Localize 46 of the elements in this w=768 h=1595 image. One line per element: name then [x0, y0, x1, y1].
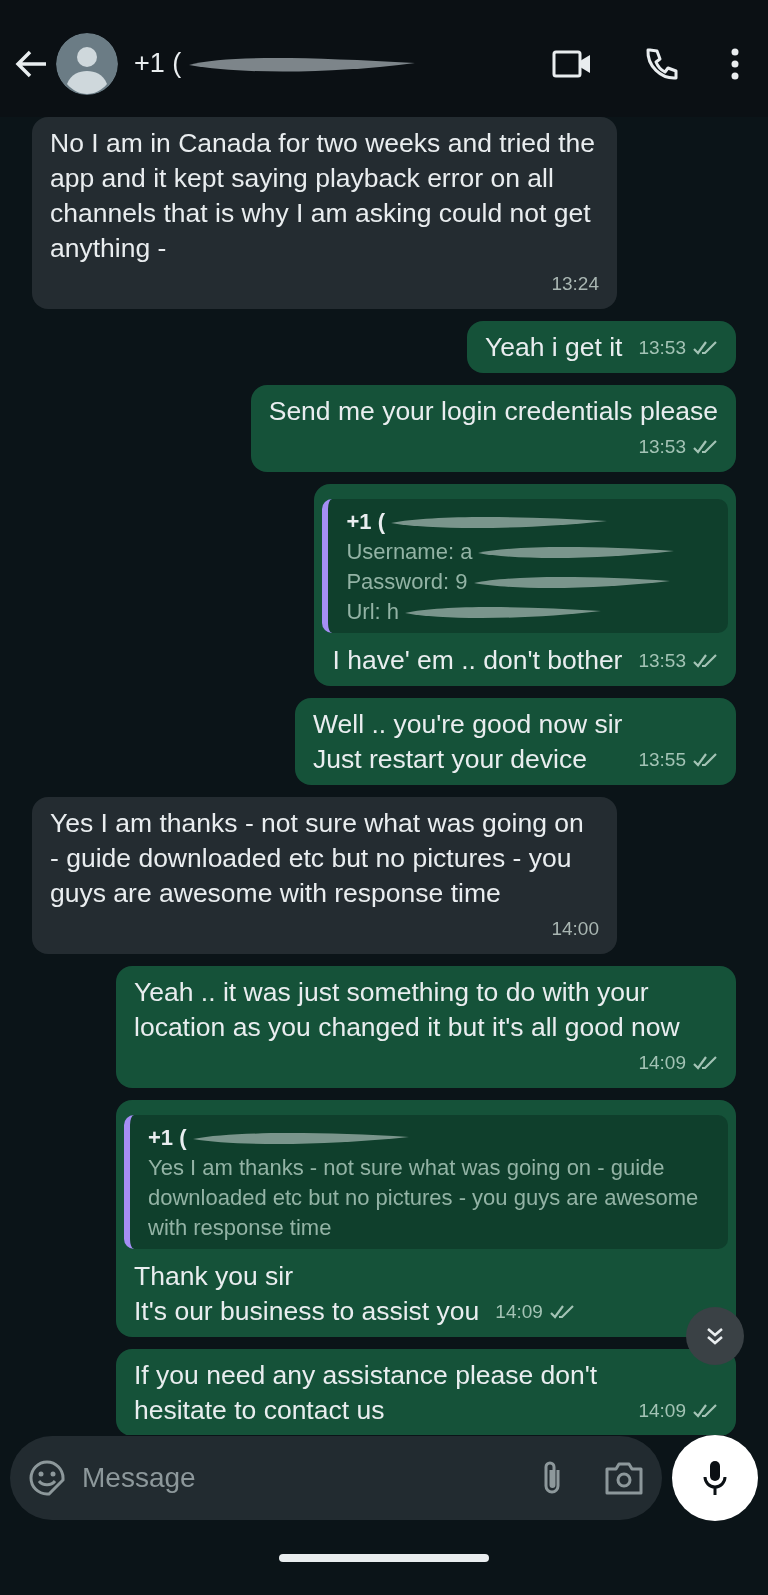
message-time: 14:00 [551, 917, 599, 941]
message-text: Well .. you're good now sir Just restart your device [313, 708, 623, 776]
quoted-text: Username: a [346, 538, 473, 566]
message-bubble[interactable]: Yeah .. it was just something to do with your location as you changed it but it's all good now 14:09 [116, 966, 736, 1088]
message-bubble[interactable]: +1 ( Username: a Password: 9 Url: h I have' em .. don't bother 13:53 [314, 484, 736, 686]
quoted-author: +1 ( [346, 508, 385, 536]
message-time: 13:53 [638, 435, 686, 459]
message-text: Yeah .. it was just something to do with your location as you changed it but it's all good now [134, 976, 681, 1044]
quoted-message[interactable]: +1 ( Username: a Password: 9 Url: h [322, 499, 728, 633]
message-text: I have' em .. don't bother [332, 644, 623, 677]
quoted-text: Url: h [346, 598, 399, 626]
message-time: 13:24 [551, 272, 599, 296]
message-text: Thank you sir It's our business to assist you [134, 1260, 480, 1328]
message-bubble[interactable]: +1 ( Yes I am thanks - not sure what was going on - guide downloaded etc but no pictures - you guys are awesome with response time Thank you sir It's our business to assist you 14:09 [116, 1100, 736, 1337]
message-time: 14:09 [638, 1399, 686, 1423]
video-call-icon[interactable] [552, 48, 592, 79]
message-bubble[interactable]: Send me your login credentials please 13:53 [250, 385, 736, 472]
back-icon[interactable] [14, 48, 48, 79]
avatar-icon[interactable] [56, 32, 118, 95]
sticker-icon[interactable] [28, 1459, 66, 1497]
message-text: If you need any assistance please don't hesitate to contact us [134, 1359, 599, 1427]
microphone-icon [702, 1458, 728, 1498]
message-bubble[interactable]: Yeah i get it 13:53 [466, 321, 736, 373]
message-text: Yes I am thanks - not sure what was going on - guide downloaded etc but no pictures - you guys are awesome with response time [50, 807, 585, 910]
camera-icon[interactable] [604, 1460, 644, 1496]
message-input[interactable]: Message [80, 1456, 524, 1500]
message-field[interactable]: Message [10, 1436, 662, 1520]
message-bubble[interactable]: No I am in Canada for two weeks and tried the app and it kept saying playback error on all channels that is why I am asking could not get anything - 13:24 [32, 117, 617, 309]
more-options-icon[interactable] [730, 47, 740, 80]
message-time: 13:53 [638, 649, 686, 673]
message-bubble[interactable]: If you need any assistance please don't hesitate to contact us 14:09 [116, 1349, 736, 1435]
message-time: 14:09 [638, 1051, 686, 1075]
contact-name[interactable]: +1 ( [134, 43, 182, 84]
quoted-message[interactable]: +1 ( Yes I am thanks - not sure what was going on - guide downloaded etc but no pictures - you guys are awesome with response time [124, 1115, 728, 1249]
message-text: Send me your login credentials please [268, 395, 718, 428]
message-text: No I am in Canada for two weeks and tried the app and it kept saying playback error on all channels that is why I am asking could not get anything - [50, 127, 596, 265]
phone-icon[interactable] [644, 46, 678, 81]
quoted-author: +1 ( [148, 1124, 187, 1152]
quoted-text: Password: 9 [346, 568, 468, 596]
message-bubble[interactable]: Well .. you're good now sir Just restart your device 13:55 [295, 698, 736, 785]
message-time: 13:53 [638, 336, 686, 360]
message-time: 13:55 [638, 748, 686, 772]
quoted-text: Yes I am thanks - not sure what was going on - guide downloaded etc but no pictures - you guys are awesome with response time [148, 1154, 700, 1242]
message-time: 14:09 [495, 1300, 543, 1324]
message-bubble[interactable]: Yes I am thanks - not sure what was going on - guide downloaded etc but no pictures - you guys are awesome with response time 14:00 [32, 797, 617, 954]
message-text: Yeah i get it [484, 331, 623, 364]
